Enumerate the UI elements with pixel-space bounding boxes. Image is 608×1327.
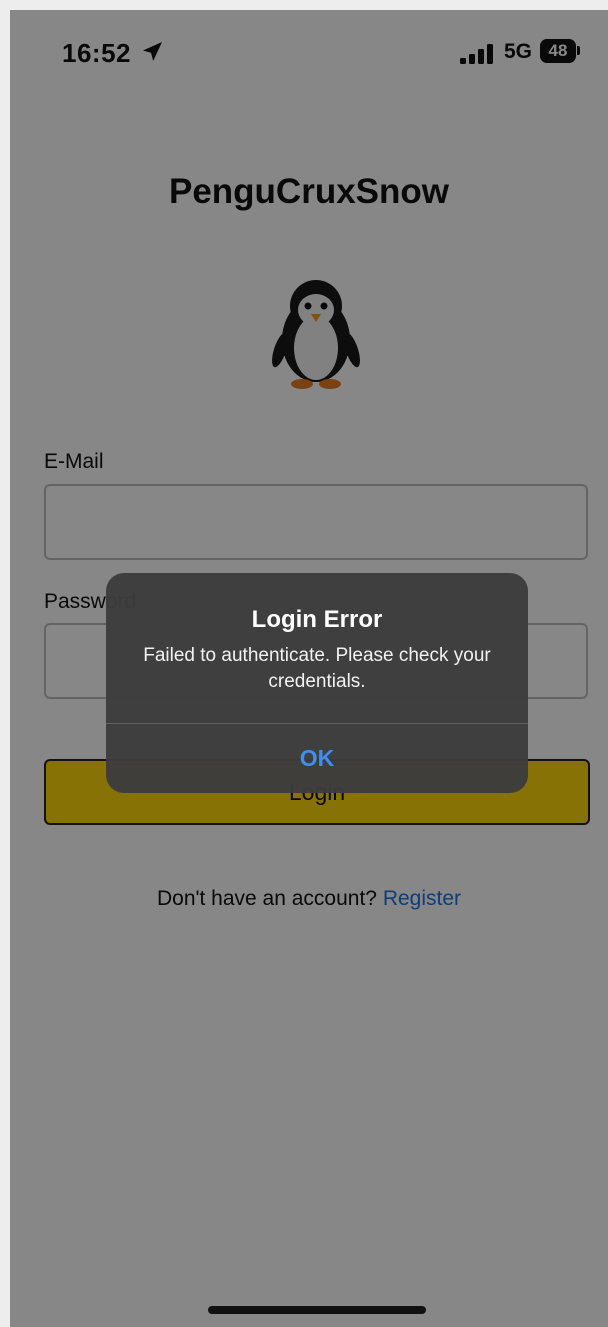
home-indicator bbox=[208, 1306, 426, 1314]
alert-ok-button[interactable]: OK bbox=[106, 724, 528, 793]
top-border bbox=[0, 0, 608, 10]
alert-message: Failed to authenticate. Please check you… bbox=[143, 645, 491, 692]
phone-frame: 16:52 5G 48 PenguCruxSnow E-Mail Passwor… bbox=[0, 0, 608, 1327]
login-screen: 16:52 5G 48 PenguCruxSnow E-Mail Passwor… bbox=[10, 10, 608, 1327]
left-border bbox=[0, 0, 10, 1327]
login-error-alert: Login Error Failed to authenticate. Plea… bbox=[106, 573, 528, 793]
alert-title: Login Error bbox=[251, 606, 383, 633]
